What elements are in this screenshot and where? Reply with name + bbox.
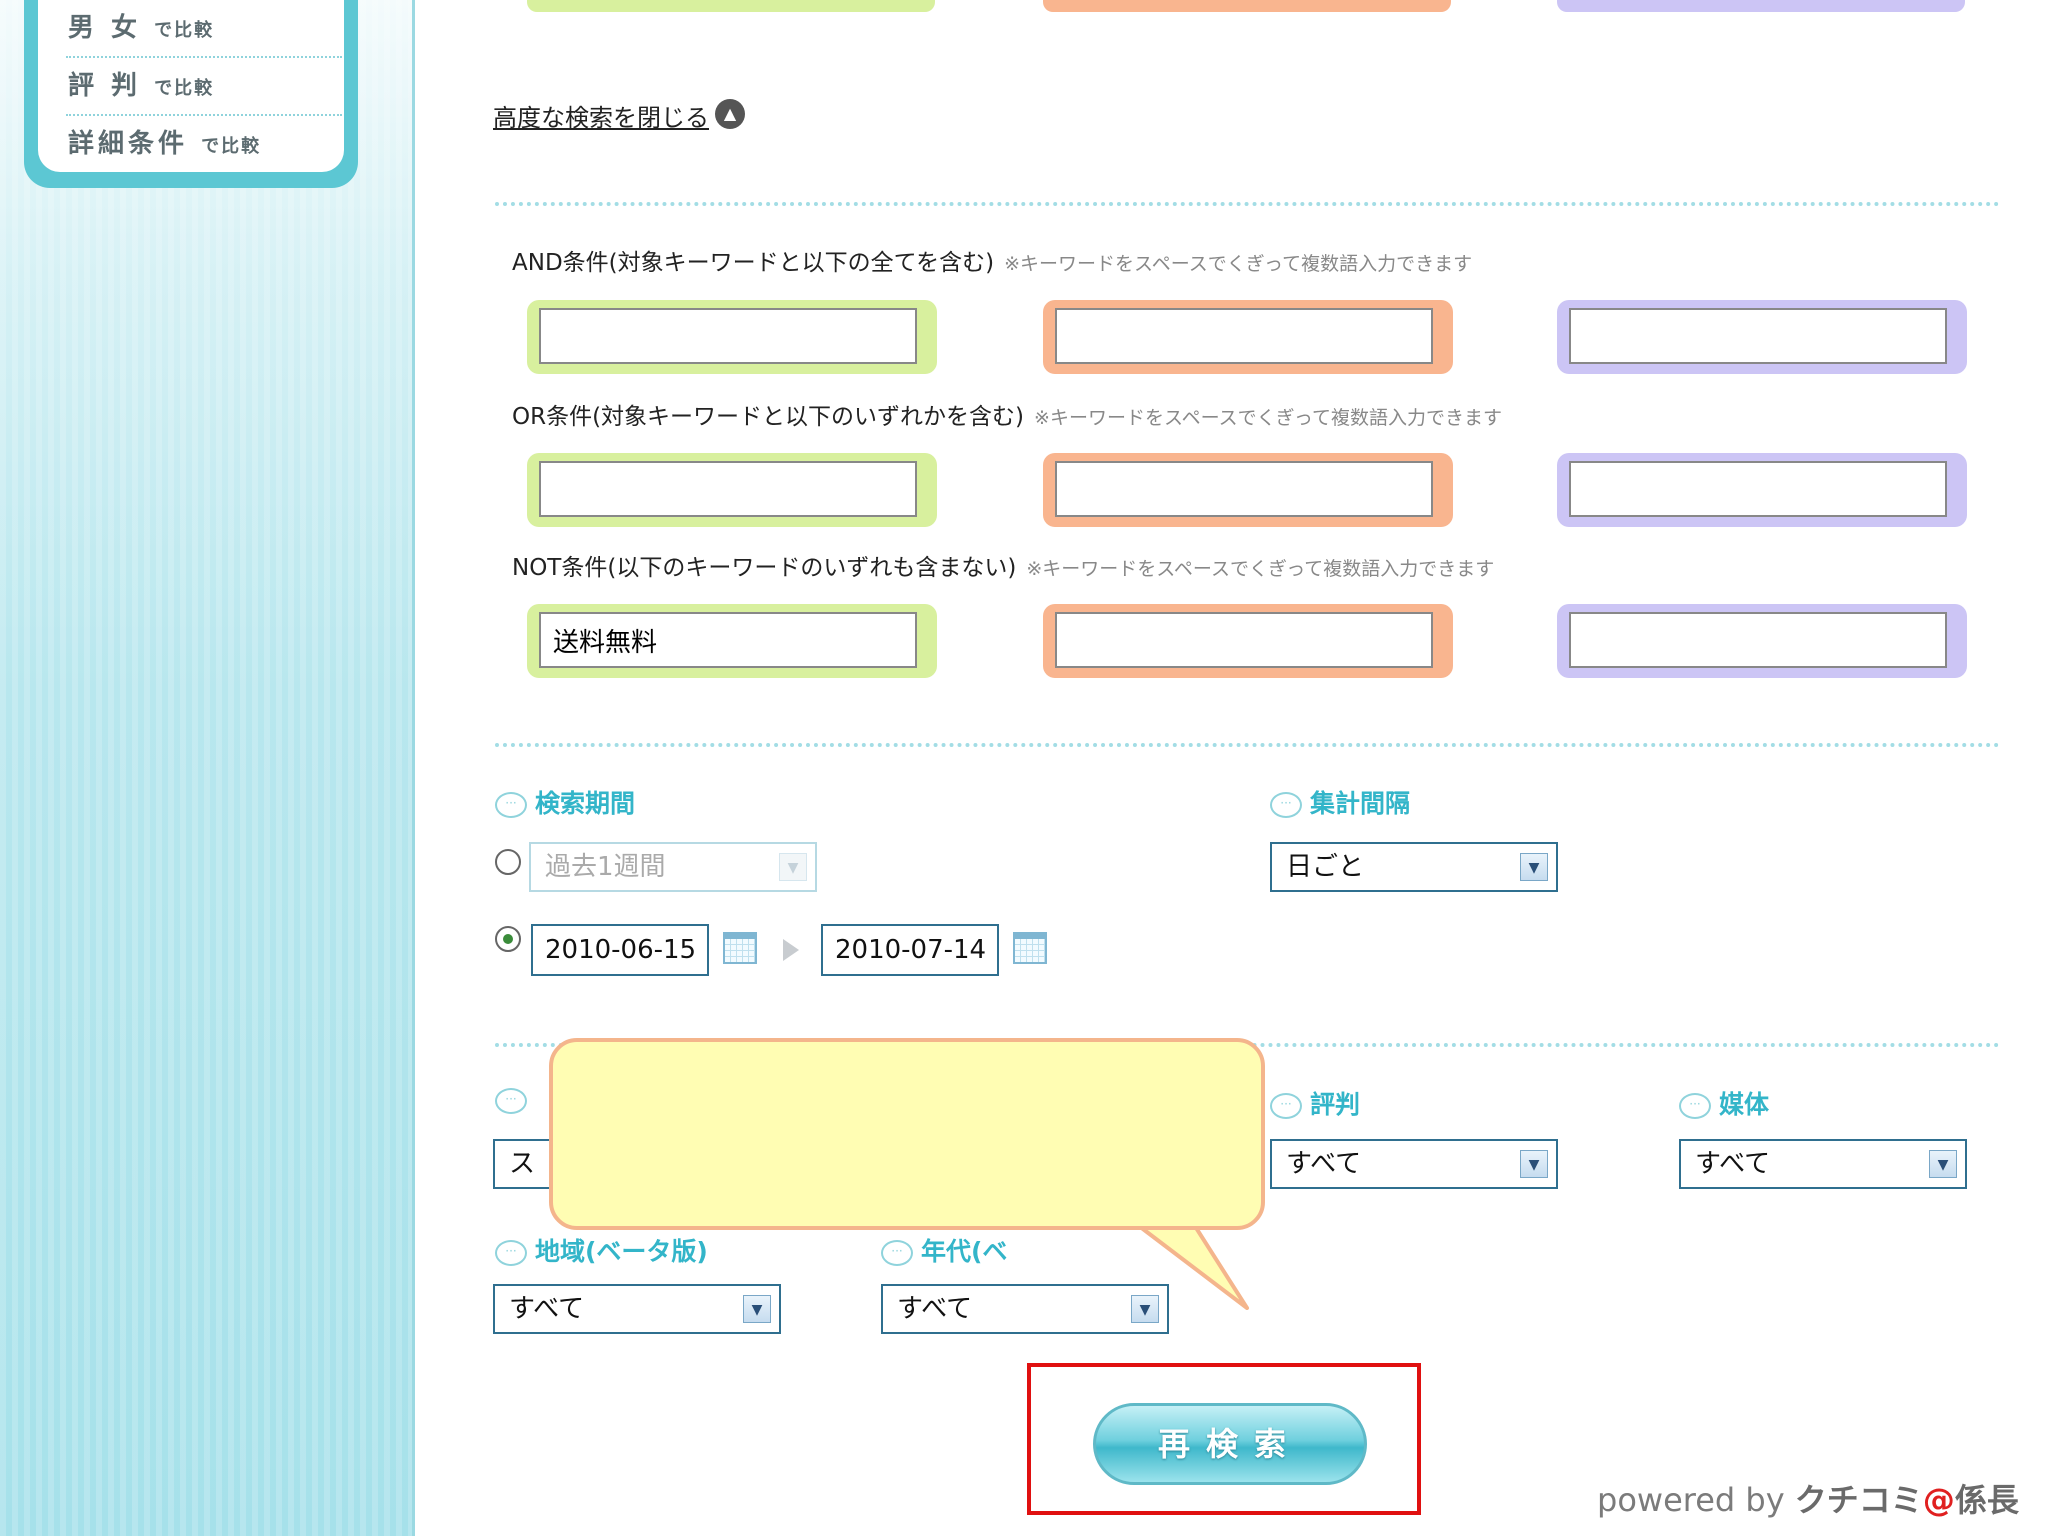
or-keyword-box-2 (1043, 453, 1453, 527)
speech-bubble-icon: ··· (1679, 1093, 1711, 1119)
research-button[interactable]: 再検索 (1093, 1403, 1367, 1485)
callout-tail (1135, 1223, 1249, 1310)
not-condition-note: ※キーワードをスペースでくぎって複数語入力できます (1026, 558, 1495, 580)
calendar-icon[interactable] (723, 932, 757, 964)
media-title: ··· 媒体 (1679, 1085, 1769, 1121)
region-select[interactable]: すべて ▼ (493, 1284, 781, 1334)
or-keyword-input-3[interactable] (1569, 461, 1947, 517)
date-to-input[interactable]: 2010-07-14 (821, 924, 999, 976)
chevron-down-icon: ▼ (779, 853, 807, 881)
not-keyword-box-2 (1043, 604, 1453, 678)
period-custom-radio[interactable] (495, 926, 521, 952)
or-keyword-input-2[interactable] (1055, 461, 1433, 517)
not-keyword-input-2[interactable] (1055, 612, 1433, 668)
interval-select[interactable]: 日ごと ▼ (1270, 842, 1558, 892)
filter-title-hidden: ··· (495, 1085, 535, 1114)
sidebar: 男 女 で比較 評 判 で比較 詳細条件 で比較 (0, 0, 415, 1536)
chevron-down-icon: ▼ (743, 1295, 771, 1323)
and-keyword-box-3 (1557, 300, 1967, 374)
sidebar-item-detail[interactable]: 詳細条件 で比較 (68, 116, 328, 172)
not-keyword-input-3[interactable] (1569, 612, 1947, 668)
speech-bubble-icon: ··· (495, 1088, 527, 1114)
media-select[interactable]: すべて ▼ (1679, 1139, 1967, 1189)
keyword-box-top-purple (1557, 0, 1965, 12)
and-condition-note: ※キーワードをスペースでくぎって複数語入力できます (1004, 253, 1473, 275)
close-advanced-search-link[interactable]: 高度な検索を閉じる (493, 98, 709, 133)
or-keyword-box-3 (1557, 453, 1967, 527)
speech-bubble-icon: ··· (1270, 1093, 1302, 1119)
powered-by-footer: powered by クチコミ@係長 (1597, 1481, 2019, 1519)
not-keyword-box-1 (527, 604, 937, 678)
keyword-box-top-orange (1043, 0, 1451, 12)
divider (495, 202, 2000, 206)
interval-title: ··· 集計間隔 (1270, 784, 1410, 820)
and-keyword-box-2 (1043, 300, 1453, 374)
chevron-up-icon[interactable]: ▲ (715, 99, 745, 129)
main-content: 高度な検索を閉じる ▲ AND条件(対象キーワードと以下の全てを含む) ※キーワー… (415, 0, 2048, 1536)
and-keyword-input-1[interactable] (539, 308, 917, 364)
sidebar-item-suffix: で比較 (154, 78, 215, 99)
or-keyword-input-1[interactable] (539, 461, 917, 517)
and-condition-label: AND条件(対象キーワードと以下の全てを含む) ※キーワードをスペースでくぎって複… (512, 250, 1473, 276)
chevron-down-icon: ▼ (1520, 853, 1548, 881)
age-select[interactable]: すべて ▼ (881, 1284, 1169, 1334)
search-period-title: ··· 検索期間 (495, 784, 635, 820)
sidebar-item-label: 男 女 (68, 13, 142, 43)
sidebar-item-label: 詳細条件 (68, 129, 189, 159)
region-title: ··· 地域(ベータ版) (495, 1232, 708, 1268)
chevron-down-icon: ▼ (1929, 1150, 1957, 1178)
speech-bubble-icon: ··· (495, 1240, 527, 1266)
arrow-right-icon (783, 939, 799, 961)
speech-bubble-icon: ··· (495, 792, 527, 818)
and-keyword-input-2[interactable] (1055, 308, 1433, 364)
sidebar-item-reputation[interactable]: 評 判 で比較 (68, 58, 328, 114)
sidebar-item-gender[interactable]: 男 女 で比較 (68, 0, 328, 56)
period-preset-select[interactable]: 過去1週間 ▼ (529, 842, 817, 892)
speech-bubble-icon: ··· (1270, 792, 1302, 818)
age-title: ··· 年代(ベ (881, 1232, 1007, 1268)
or-keyword-box-1 (527, 453, 937, 527)
brand-logo: クチコミ@係長 (1794, 1481, 2019, 1519)
sidebar-item-suffix: で比較 (154, 20, 215, 41)
sidebar-menu-box: 男 女 で比較 評 判 で比較 詳細条件 で比較 (24, 0, 358, 188)
reputation-select[interactable]: すべて ▼ (1270, 1139, 1558, 1189)
or-condition-note: ※キーワードをスペースでくぎって複数語入力できます (1034, 407, 1502, 429)
not-keyword-input-1[interactable] (539, 612, 917, 668)
callout-balloon (549, 1038, 1265, 1230)
and-keyword-box-1 (527, 300, 937, 374)
sidebar-item-label: 評 判 (68, 71, 142, 101)
speech-bubble-icon: ··· (881, 1240, 913, 1266)
keyword-box-top-green (527, 0, 935, 12)
not-keyword-box-3 (1557, 604, 1967, 678)
not-condition-label: NOT条件(以下のキーワードのいずれも含まない) ※キーワードをスペースでくぎって… (512, 555, 1495, 581)
date-from-input[interactable]: 2010-06-15 (531, 924, 709, 976)
reputation-title: ··· 評判 (1270, 1085, 1360, 1121)
or-condition-label: OR条件(対象キーワードと以下のいずれかを含む) ※キーワードをスペースでくぎって… (512, 404, 1502, 430)
divider (495, 743, 2000, 747)
chevron-down-icon: ▼ (1520, 1150, 1548, 1178)
sidebar-item-suffix: で比較 (201, 136, 262, 157)
calendar-icon[interactable] (1013, 932, 1047, 964)
and-keyword-input-3[interactable] (1569, 308, 1947, 364)
period-preset-radio[interactable] (495, 849, 521, 875)
